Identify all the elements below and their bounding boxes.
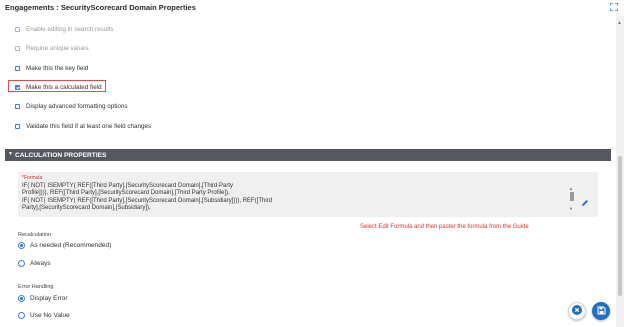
formula-scrollbar[interactable]: ▲ ▼: [569, 186, 575, 211]
section-title: CALCULATION PROPERTIES: [15, 151, 107, 159]
option-validate-field[interactable]: Validate this field if at least one fiel…: [15, 123, 151, 130]
radio-display-error[interactable]: Display Error: [18, 295, 68, 302]
cancel-button[interactable]: [568, 302, 586, 320]
guide-note: Select Edit Formula and then paster the …: [360, 224, 529, 230]
option-calculated-field[interactable]: Make this a calculated field: [15, 84, 102, 91]
checkbox[interactable]: [15, 104, 20, 109]
radio-unselected[interactable]: [18, 260, 25, 267]
option-require-unique[interactable]: Require unique values: [15, 45, 89, 52]
option-label: Make this the key field: [26, 65, 89, 72]
save-icon: [597, 302, 606, 320]
page-title: Engagements : SecurityScorecard Domain P…: [5, 3, 196, 12]
radio-as-needed[interactable]: As needed (Recommended): [18, 242, 111, 249]
expand-icon[interactable]: [609, 2, 619, 12]
radio-label: Always: [30, 260, 51, 267]
scroll-thumb[interactable]: [570, 192, 574, 201]
radio-always[interactable]: Always: [18, 260, 51, 267]
pencil-icon[interactable]: [581, 194, 589, 206]
scroll-up-icon[interactable]: ▲: [617, 20, 622, 26]
properties-panel: Enable editing in search results Require…: [0, 16, 611, 327]
radio-selected[interactable]: [18, 295, 25, 302]
page-header: Engagements : SecurityScorecard Domain P…: [0, 0, 624, 16]
checkbox[interactable]: [15, 124, 20, 129]
option-key-field[interactable]: Make this the key field: [15, 65, 88, 72]
checkbox-checked[interactable]: [15, 85, 20, 90]
radio-selected[interactable]: [18, 242, 25, 249]
formula-text: IF( NOT( ISEMPTY( REF([Third Party],[Sec…: [22, 183, 273, 212]
radio-label: As needed (Recommended): [30, 242, 112, 249]
option-label: Enable editing in search results: [26, 26, 114, 33]
checkbox[interactable]: [15, 66, 20, 71]
option-label: Display advanced formatting options: [26, 103, 128, 110]
option-label: Validate this field if at least one fiel…: [26, 123, 152, 130]
option-advanced-formatting[interactable]: Display advanced formatting options: [15, 103, 128, 110]
checkbox[interactable]: [15, 46, 20, 51]
cancel-icon: [572, 302, 582, 320]
error-handling-label: Error Handling: [18, 284, 54, 290]
calculation-properties-header[interactable]: ▼ CALCULATION PROPERTIES: [5, 149, 611, 161]
formula-label: *Formula: [22, 175, 43, 181]
radio-label: Display Error: [30, 295, 68, 302]
formula-field[interactable]: *Formula IF( NOT( ISEMPTY( REF([Third Pa…: [18, 172, 598, 217]
radio-use-no-value[interactable]: Use No Value: [18, 312, 70, 319]
page-scrollbar[interactable]: ▲: [616, 16, 624, 327]
scroll-up-icon[interactable]: ▲: [569, 186, 573, 191]
option-enable-editing[interactable]: Enable editing in search results: [15, 26, 114, 33]
option-label: Require unique values: [26, 45, 89, 52]
option-label: Make this a calculated field: [26, 84, 102, 91]
radio-unselected[interactable]: [18, 312, 25, 319]
scroll-down-icon[interactable]: ▼: [569, 206, 573, 211]
save-button[interactable]: [592, 302, 610, 320]
recalculation-label: Recalculation: [18, 232, 52, 238]
scroll-thumb[interactable]: [618, 156, 622, 296]
checkbox[interactable]: [15, 27, 20, 32]
caret-down-icon: ▼: [8, 151, 13, 157]
radio-label: Use No Value: [30, 312, 70, 319]
